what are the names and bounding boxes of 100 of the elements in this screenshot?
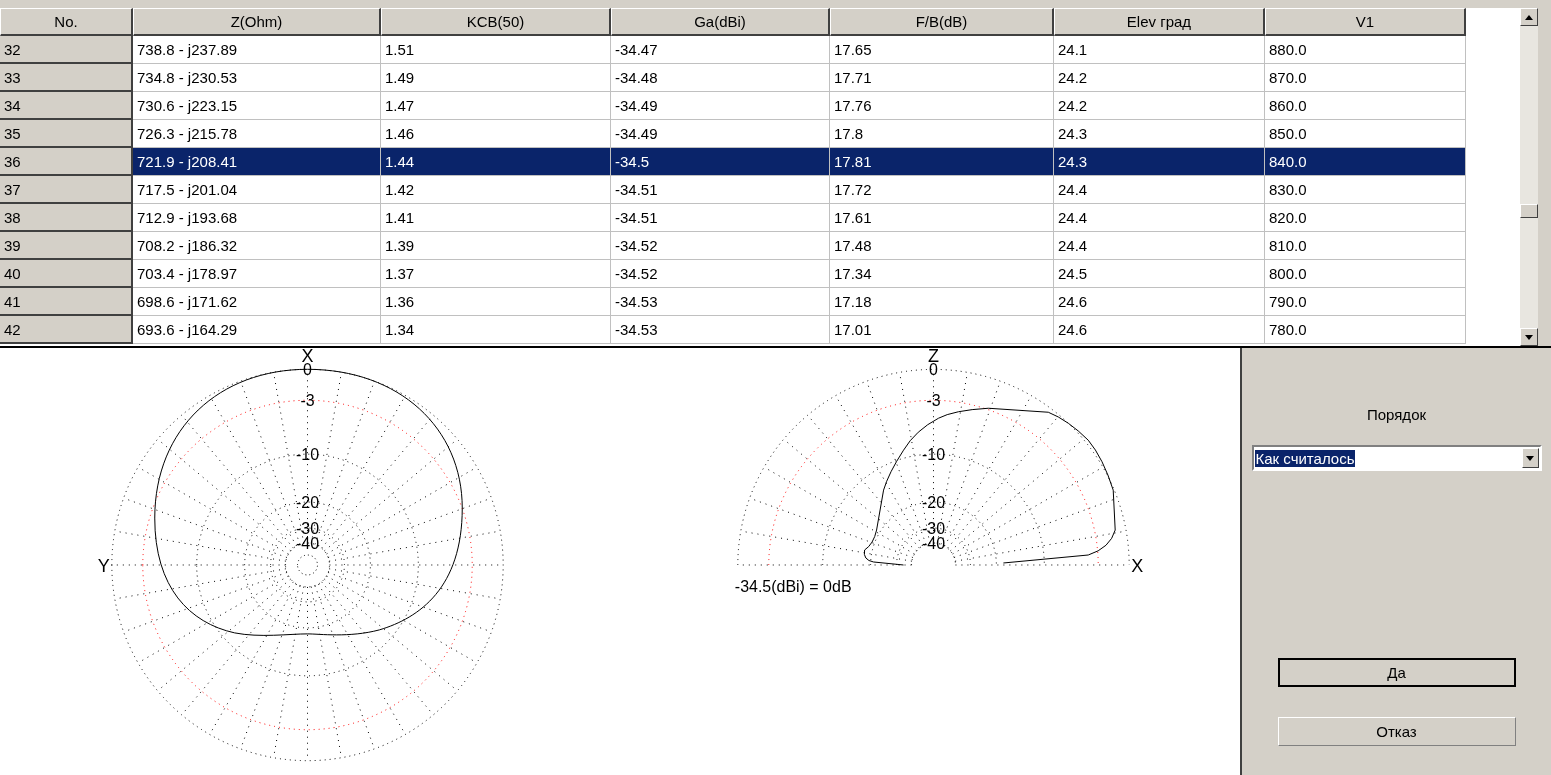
table-cell: 24.5 <box>1054 260 1265 288</box>
table-cell: 730.6 - j223.15 <box>133 92 381 120</box>
ring-label: -3 <box>926 392 941 410</box>
table-cell: 790.0 <box>1265 288 1466 316</box>
cancel-button[interactable]: Отказ <box>1277 717 1516 746</box>
ring-label: -20 <box>295 494 320 512</box>
row-number[interactable]: 33 <box>0 64 133 92</box>
table-cell: 17.61 <box>830 204 1054 232</box>
table-cell: 24.3 <box>1054 148 1265 176</box>
scroll-down-button[interactable] <box>1520 328 1538 346</box>
table-cell: -34.52 <box>611 260 830 288</box>
table-cell: 1.42 <box>381 176 611 204</box>
table-cell: 698.6 - j171.62 <box>133 288 381 316</box>
row-number[interactable]: 35 <box>0 120 133 148</box>
ring-label: -40 <box>921 535 946 552</box>
reference-note: -34.5(dBi) = 0dB <box>734 577 852 595</box>
table-cell: 850.0 <box>1265 120 1466 148</box>
column-header[interactable]: F/B(dB) <box>830 8 1054 36</box>
ring-label: -30 <box>921 520 946 538</box>
column-header[interactable]: KCB(50) <box>381 8 611 36</box>
table-cell: 1.41 <box>381 204 611 232</box>
axis-label: X <box>1131 556 1144 576</box>
table-cell: 721.9 - j208.41 <box>133 148 381 176</box>
row-number[interactable]: 34 <box>0 92 133 120</box>
table-cell: 1.34 <box>381 316 611 344</box>
table-cell: 24.2 <box>1054 92 1265 120</box>
table-cell: 1.37 <box>381 260 611 288</box>
table-cell: -34.53 <box>611 316 830 344</box>
row-number[interactable]: 37 <box>0 176 133 204</box>
table-cell: 1.47 <box>381 92 611 120</box>
table-cell: -34.51 <box>611 204 830 232</box>
ok-button[interactable]: Да <box>1277 658 1516 687</box>
table-cell: -34.47 <box>611 36 830 64</box>
table-cell: 810.0 <box>1265 232 1466 260</box>
table-cell: 1.44 <box>381 148 611 176</box>
ring-label: -40 <box>295 535 320 552</box>
table-cell: 693.6 - j164.29 <box>133 316 381 344</box>
column-header[interactable]: Ga(dBi) <box>611 8 830 36</box>
scrollbar[interactable] <box>1520 8 1538 346</box>
row-number[interactable]: 41 <box>0 288 133 316</box>
table-cell: 870.0 <box>1265 64 1466 92</box>
column-header[interactable]: No. <box>0 8 133 36</box>
table-cell: -34.48 <box>611 64 830 92</box>
table-cell: 1.46 <box>381 120 611 148</box>
table-cell: 24.4 <box>1054 204 1265 232</box>
table-cell: 703.4 - j178.97 <box>133 260 381 288</box>
row-number[interactable]: 39 <box>0 232 133 260</box>
table-cell: 712.9 - j193.68 <box>133 204 381 232</box>
table-cell: 708.2 - j186.32 <box>133 232 381 260</box>
ring-label: -10 <box>295 446 320 464</box>
ring-label: -3 <box>300 392 315 410</box>
table-cell: 717.5 - j201.04 <box>133 176 381 204</box>
axis-label: Y <box>97 556 110 576</box>
table-cell: 17.71 <box>830 64 1054 92</box>
ring-label: -10 <box>921 446 946 464</box>
table-cell: 1.49 <box>381 64 611 92</box>
table-cell: 24.2 <box>1054 64 1265 92</box>
table-cell: 24.6 <box>1054 288 1265 316</box>
row-number[interactable]: 36 <box>0 148 133 176</box>
table-cell: -34.52 <box>611 232 830 260</box>
order-label: Порядок <box>1366 406 1427 423</box>
table-cell: 800.0 <box>1265 260 1466 288</box>
table-cell: 17.65 <box>830 36 1054 64</box>
table-cell: 24.6 <box>1054 316 1265 344</box>
table-cell: 1.51 <box>381 36 611 64</box>
column-header[interactable]: Elev град <box>1054 8 1265 36</box>
table-cell: 17.76 <box>830 92 1054 120</box>
table-cell: 734.8 - j230.53 <box>133 64 381 92</box>
table-cell: 860.0 <box>1265 92 1466 120</box>
table-cell: 24.4 <box>1054 176 1265 204</box>
table-cell: -34.51 <box>611 176 830 204</box>
table-cell: -34.53 <box>611 288 830 316</box>
dropdown-arrow-icon <box>1526 455 1534 461</box>
row-number[interactable]: 38 <box>0 204 133 232</box>
column-header[interactable]: Z(Ohm) <box>133 8 381 36</box>
table-cell: 880.0 <box>1265 36 1466 64</box>
table-cell: -34.49 <box>611 92 830 120</box>
up-arrow-icon <box>1525 14 1533 20</box>
table-cell: 17.01 <box>830 316 1054 344</box>
table-cell: 738.8 - j237.89 <box>133 36 381 64</box>
table-cell: 1.39 <box>381 232 611 260</box>
order-dropdown[interactable]: Как считалось <box>1251 445 1542 471</box>
scroll-up-button[interactable] <box>1520 8 1538 26</box>
row-number[interactable]: 40 <box>0 260 133 288</box>
table-cell: 780.0 <box>1265 316 1466 344</box>
ring-label: -30 <box>295 520 320 538</box>
row-number[interactable]: 42 <box>0 316 133 344</box>
table-cell: 17.48 <box>830 232 1054 260</box>
table-cell: 17.34 <box>830 260 1054 288</box>
table-cell: 24.3 <box>1054 120 1265 148</box>
table-cell: 17.72 <box>830 176 1054 204</box>
table-cell: 17.81 <box>830 148 1054 176</box>
column-header[interactable]: V1 <box>1265 8 1466 36</box>
table-cell: -34.5 <box>611 148 830 176</box>
table-cell: 840.0 <box>1265 148 1466 176</box>
scroll-thumb[interactable] <box>1520 204 1538 218</box>
row-number[interactable]: 32 <box>0 36 133 64</box>
table-cell: 1.36 <box>381 288 611 316</box>
table-cell: 24.1 <box>1054 36 1265 64</box>
table-cell: -34.49 <box>611 120 830 148</box>
